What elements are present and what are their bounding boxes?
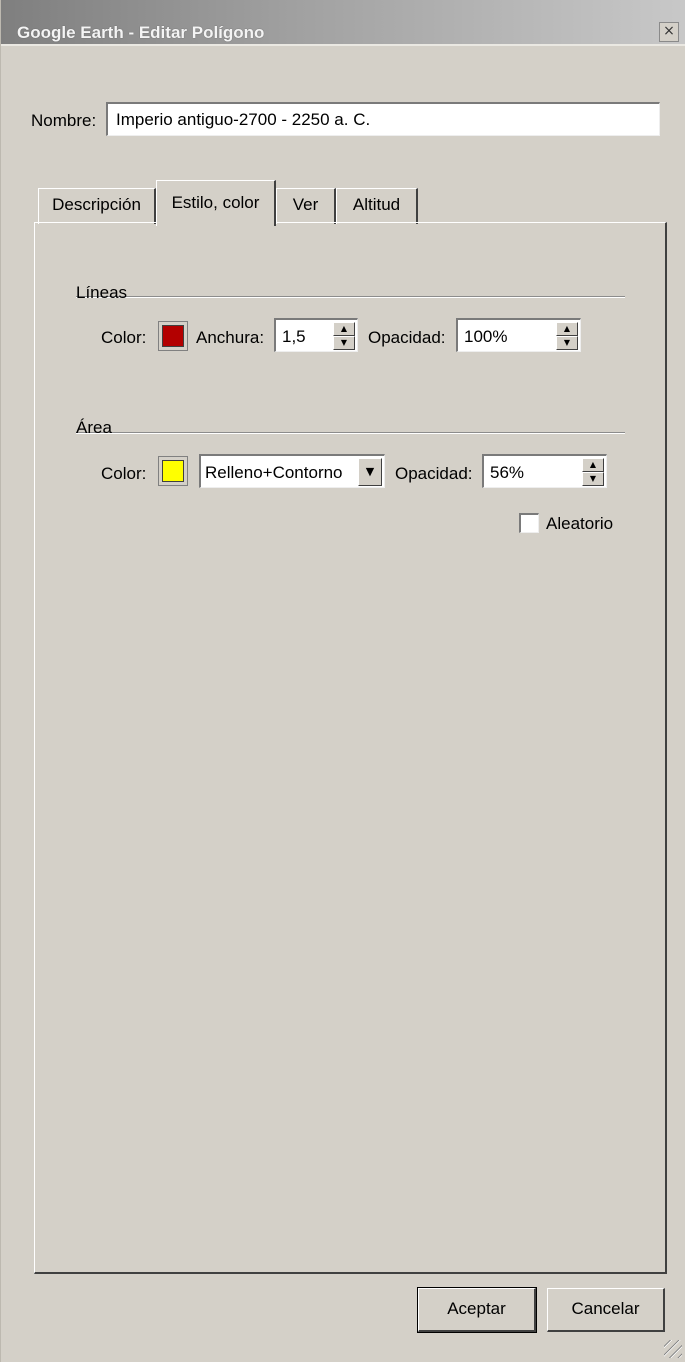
name-label: Nombre: [31, 111, 97, 130]
random-label: Aleatorio [546, 514, 614, 533]
dialog-window: Google Earth - Editar Polígono × Nombre:… [0, 0, 685, 1362]
lines-width-spinner[interactable]: 1,5 ▲ ▼ [274, 318, 358, 352]
area-color-swatch[interactable] [158, 456, 188, 486]
close-icon[interactable]: × [659, 22, 679, 42]
area-mode-value: Relleno+Contorno [205, 463, 343, 482]
spin-up-icon[interactable]: ▲ [556, 322, 578, 336]
tab-label: Ver [292, 195, 319, 214]
window-title: Google Earth - Editar Polígono [17, 23, 265, 42]
tab-label: Descripción [52, 195, 141, 214]
spin-down-icon[interactable]: ▼ [556, 336, 578, 350]
area-group-rule [76, 432, 625, 434]
spin-down-icon[interactable]: ▼ [333, 336, 355, 350]
tab-altitud[interactable]: Altitud [336, 188, 418, 224]
chevron-down-icon[interactable]: ▼ [358, 458, 382, 486]
ok-button[interactable]: Aceptar [417, 1287, 537, 1333]
divider [1, 44, 685, 46]
area-opacity-value: 56% [490, 463, 525, 482]
lines-width-label: Anchura: [196, 328, 265, 347]
name-input[interactable] [106, 102, 660, 136]
lines-opacity-label: Opacidad: [368, 328, 446, 347]
lines-color-swatch[interactable] [158, 321, 188, 351]
resize-grip-icon[interactable] [664, 1340, 682, 1358]
lines-color-label: Color: [101, 328, 147, 347]
area-group-title: Área [76, 418, 112, 437]
lines-group-rule [76, 296, 625, 298]
tab-label: Altitud [352, 195, 401, 214]
area-mode-select[interactable]: Relleno+Contorno ▼ [199, 454, 385, 488]
tab-panel-estilo-color [34, 222, 667, 1274]
tab-label: Estilo, color [171, 193, 260, 212]
lines-opacity-value: 100% [464, 327, 508, 346]
lines-width-value: 1,5 [282, 327, 306, 346]
lines-opacity-spinner[interactable]: 100% ▲ ▼ [456, 318, 581, 352]
spin-down-icon[interactable]: ▼ [582, 472, 604, 486]
area-color-fill [162, 460, 184, 482]
title-bar[interactable]: Google Earth - Editar Polígono × [1, 0, 685, 44]
lines-group-title: Líneas [76, 283, 128, 302]
tab-estilo-color[interactable]: Estilo, color [156, 180, 276, 226]
tab-descripcion[interactable]: Descripción [38, 188, 156, 224]
spin-up-icon[interactable]: ▲ [333, 322, 355, 336]
lines-color-fill [162, 325, 184, 347]
cancel-button[interactable]: Cancelar [547, 1288, 665, 1332]
random-checkbox[interactable] [519, 513, 539, 533]
spin-up-icon[interactable]: ▲ [582, 458, 604, 472]
area-opacity-spinner[interactable]: 56% ▲ ▼ [482, 454, 607, 488]
tab-ver[interactable]: Ver [276, 188, 336, 224]
area-opacity-label: Opacidad: [395, 464, 473, 483]
area-color-label: Color: [101, 464, 147, 483]
